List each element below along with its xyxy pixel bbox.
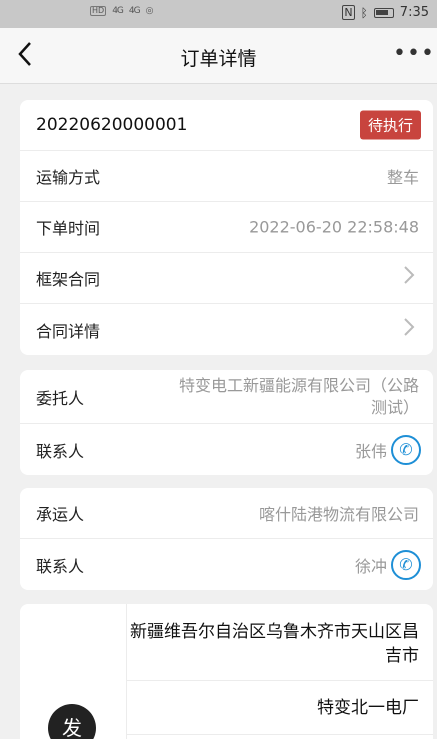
chevron-right-icon [403,317,415,343]
status-bar: HD 4G 4G ◎ N ᛒ 7:35 [0,0,437,28]
nfc-icon: N [342,5,355,20]
contract-details-row[interactable]: 合同详情 [20,304,433,355]
client-row: 委托人 特变电工新疆能源有限公司（公路测试） [20,370,433,424]
status-left: HD 4G 4G ◎ [90,6,154,16]
more-button[interactable]: ••• [393,40,434,72]
client-contact-name: 张伟 [354,441,387,461]
client-contact-row: 联系人 张伟 ✆ [20,424,433,475]
order-time-row: 下单时间 2022-06-20 22:58:48 [20,202,433,253]
order-card: 20220620000001 待执行 运输方式 整车 下单时间 2022-06-… [20,100,433,355]
divider [127,680,433,681]
origin-marker: 发 [48,704,96,739]
origin-region: 新疆维吾尔自治区乌鲁木齐市天山区昌吉市 [130,622,419,666]
carrier-row: 承运人 喀什陆港物流有限公司 [20,488,433,539]
contract-details-label: 合同详情 [36,321,101,341]
wifi-icon: ◎ [145,6,154,16]
carrier-value: 喀什陆港物流有限公司 [258,505,419,524]
chevron-right-icon [403,265,415,291]
signal-icon-1: 4G [112,6,124,16]
carrier-contact-row: 联系人 徐冲 ✆ [20,539,433,590]
phone-icon[interactable]: ✆ [391,549,421,580]
divider [127,734,433,735]
status-right: N ᛒ 7:35 [342,5,429,20]
order-time-label: 下单时间 [36,219,101,238]
client-value: 特变电工新疆能源有限公司（公路测试） [179,375,420,417]
signal-icon-2: 4G [128,6,141,16]
carrier-card: 承运人 喀什陆港物流有限公司 联系人 徐冲 ✆ [20,488,433,590]
client-label: 委托人 [36,388,85,408]
status-badge: 待执行 [359,110,421,140]
carrier-contact-name: 徐冲 [354,556,387,576]
client-contact-label: 联系人 [36,441,85,461]
phone-icon[interactable]: ✆ [391,434,421,465]
page-title: 订单详情 [180,48,257,70]
client-card: 委托人 特变电工新疆能源有限公司（公路测试） 联系人 张伟 ✆ [20,370,433,475]
framework-contract-row[interactable]: 框架合同 [20,253,433,304]
transport-mode-value: 整车 [386,168,419,187]
battery-icon [373,7,394,18]
origin-site: 特变北一电厂 [317,698,419,718]
order-time-value: 2022-06-20 22:58:48 [249,217,419,237]
framework-contract-label: 框架合同 [36,270,101,289]
carrier-contact-label: 联系人 [36,556,85,576]
bluetooth-icon: ᛒ [360,5,368,20]
nav-bar: 订单详情 ••• [0,28,437,84]
order-number: 20220620000001 [36,115,188,135]
status-time: 7:35 [399,5,429,20]
address-card: 发 新疆维吾尔自治区乌鲁木齐市天山区昌吉市 特变北一电厂 [20,604,433,739]
transport-mode-label: 运输方式 [36,168,101,187]
hd-chip-1: HD [90,6,107,16]
carrier-label: 承运人 [36,505,85,524]
transport-mode-row: 运输方式 整车 [20,151,433,202]
order-number-row: 20220620000001 待执行 [20,100,433,151]
more-dots-icon: ••• [393,41,435,66]
address-marker-column: 发 [20,604,127,739]
